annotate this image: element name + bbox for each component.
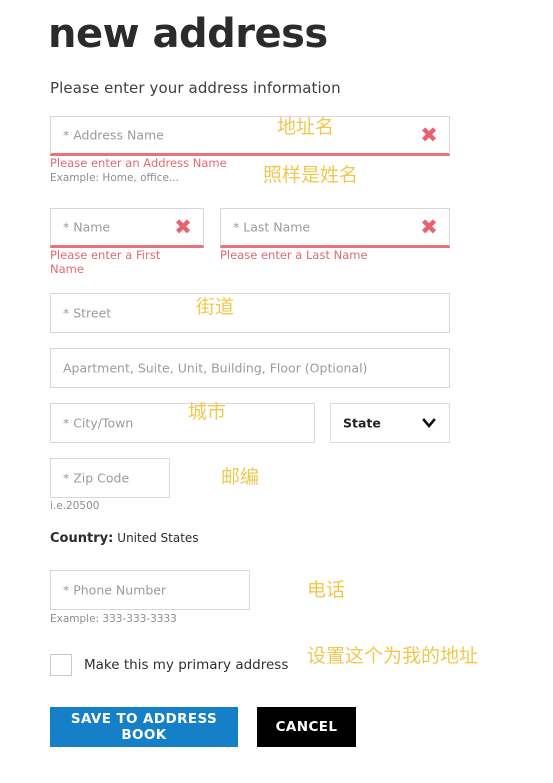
address-name-error: Please enter an Address Name (50, 156, 227, 170)
zip-code-placeholder: * Zip Code (63, 470, 130, 486)
save-to-address-book-button[interactable]: SAVE TO ADDRESS BOOK (50, 707, 238, 747)
error-x-icon[interactable]: ✖ (419, 217, 439, 238)
last-name-error: Please enter a Last Name (220, 248, 368, 262)
page-subtitle: Please enter your address information (50, 79, 341, 97)
first-name-input[interactable]: * Name ✖ (50, 208, 204, 248)
annotation-primary-address: 设置这个为我的地址 (307, 645, 479, 667)
annotation-person-name: 照样是姓名 (263, 164, 359, 186)
country-value: United States (117, 531, 199, 545)
phone-number-placeholder: * Phone Number (63, 582, 167, 598)
zip-code-hint: i.e.20500 (50, 500, 100, 512)
country-row: Country: United States (50, 530, 199, 546)
phone-number-hint: Example: 333-333-3333 (50, 613, 177, 625)
cancel-button[interactable]: CANCEL (257, 707, 356, 747)
state-select[interactable]: State (330, 403, 450, 443)
state-select-value: State (343, 415, 381, 431)
error-x-icon[interactable]: ✖ (173, 217, 193, 238)
page-title: new address (48, 11, 328, 57)
annotation-address-name: 地址名 (277, 116, 335, 138)
address-name-placeholder: * Address Name (63, 127, 164, 143)
annotation-city: 城市 (188, 401, 227, 423)
city-placeholder: * City/Town (63, 415, 134, 431)
annotation-street: 街道 (196, 296, 235, 318)
phone-number-input[interactable]: * Phone Number (50, 570, 250, 610)
annotation-zip: 邮编 (221, 466, 260, 488)
new-address-form-page: new address Please enter your address in… (0, 0, 553, 783)
primary-address-label: Make this my primary address (84, 657, 289, 673)
country-label: Country: (50, 531, 114, 546)
chevron-down-icon (421, 415, 437, 431)
primary-address-checkbox[interactable] (50, 654, 72, 676)
apartment-input[interactable]: Apartment, Suite, Unit, Building, Floor … (50, 348, 450, 388)
last-name-input[interactable]: * Last Name ✖ (220, 208, 450, 248)
last-name-placeholder: * Last Name (233, 219, 311, 235)
street-input[interactable]: * Street (50, 293, 450, 333)
apartment-placeholder: Apartment, Suite, Unit, Building, Floor … (63, 360, 368, 376)
city-input[interactable]: * City/Town (50, 403, 315, 443)
zip-code-input[interactable]: * Zip Code (50, 458, 170, 498)
first-name-error: Please enter a First Name (50, 248, 161, 277)
address-name-input[interactable]: * Address Name ✖ (50, 116, 450, 156)
annotation-phone: 电话 (307, 579, 346, 601)
address-name-hint: Example: Home, office... (50, 172, 179, 184)
street-placeholder: * Street (63, 305, 112, 321)
first-name-placeholder: * Name (63, 219, 111, 235)
primary-address-checkbox-row[interactable]: Make this my primary address (50, 654, 288, 676)
error-x-icon[interactable]: ✖ (419, 125, 439, 146)
